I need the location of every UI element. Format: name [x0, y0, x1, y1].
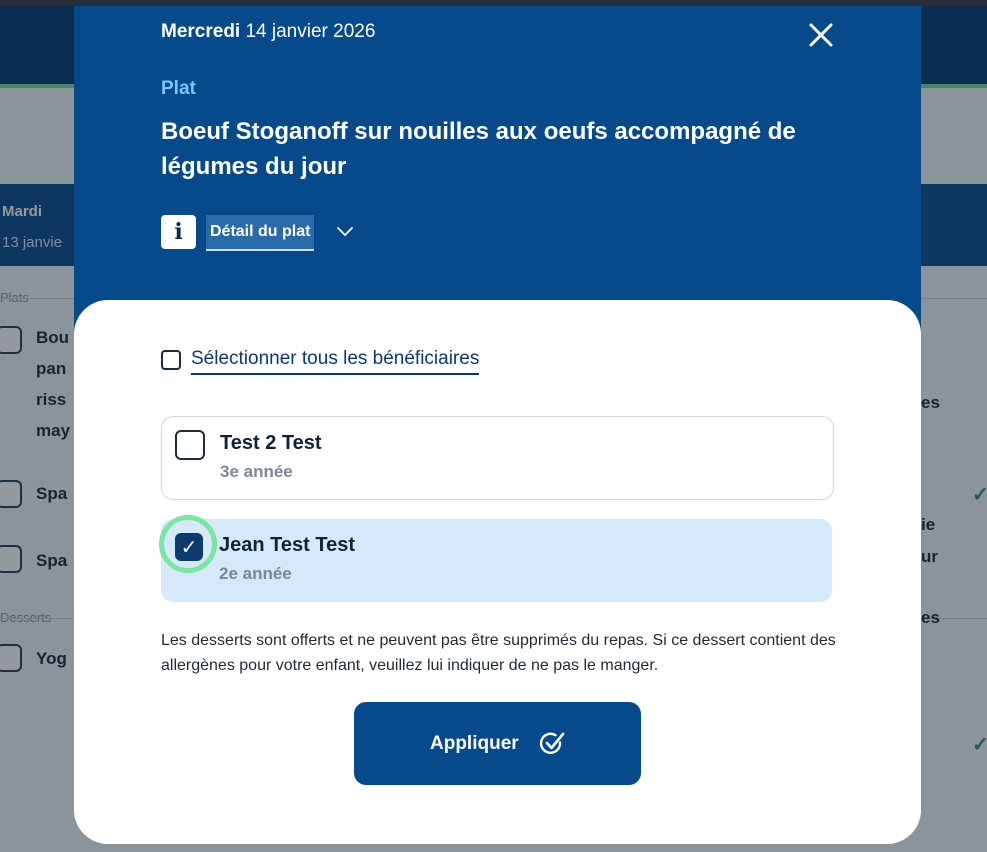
- close-icon: [809, 23, 833, 47]
- dish-detail-toggle[interactable]: Détail du plat: [206, 215, 315, 251]
- dessert-note: Les desserts sont offerts et ne peuvent …: [161, 632, 836, 674]
- modal-date-rest: 14 janvier 2026: [240, 21, 376, 42]
- beneficiary-grade: 3e année: [220, 462, 293, 481]
- chevron-down-icon[interactable]: [336, 224, 354, 236]
- dish-title: Boeuf Stoganoff sur nouilles aux oeufs a…: [161, 118, 796, 180]
- beneficiary-name: Test 2 Test: [220, 432, 322, 454]
- modal-body: Sélectionner tous les bénéficiaires Test…: [74, 300, 921, 844]
- info-icon[interactable]: i: [161, 215, 196, 249]
- modal-date-weekday: Mercredi: [161, 21, 241, 42]
- beneficiary-option-selected[interactable]: Jean Test Test 2e année ✓: [159, 515, 832, 602]
- dish-category: Plat: [161, 78, 196, 99]
- beneficiary-checkbox-checked[interactable]: ✓: [175, 533, 203, 561]
- meal-modal: Mercredi 14 janvier 2026 Plat Boeuf Stog…: [74, 6, 921, 844]
- close-button[interactable]: [804, 18, 838, 52]
- apply-button[interactable]: Appliquer: [354, 702, 641, 785]
- beneficiary-grade: 2e année: [219, 564, 292, 583]
- check-circle-icon: [539, 732, 565, 754]
- beneficiary-name: Jean Test Test: [219, 534, 355, 556]
- beneficiary-option[interactable]: Test 2 Test 3e année: [161, 416, 834, 500]
- select-all-link[interactable]: Sélectionner tous les bénéficiaires: [191, 348, 480, 375]
- select-all-checkbox[interactable]: [161, 350, 181, 370]
- modal-date: Mercredi 14 janvier 2026: [161, 21, 375, 43]
- modal-header: Mercredi 14 janvier 2026 Plat Boeuf Stog…: [74, 6, 921, 346]
- beneficiary-checkbox[interactable]: [175, 430, 205, 460]
- apply-button-label: Appliquer: [430, 733, 519, 754]
